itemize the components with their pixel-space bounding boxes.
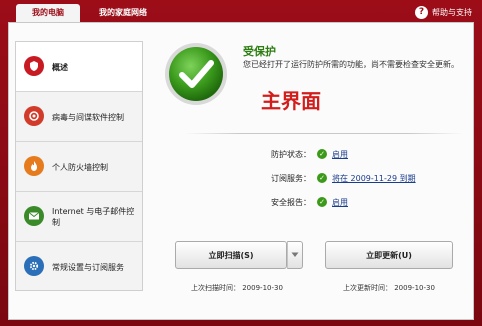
sidebar-item-label: 个人防火墙控制 <box>52 162 108 172</box>
sidebar-item-label: 概述 <box>52 62 68 72</box>
last-scan-time: 上次扫描时间： 2009-10-30 <box>191 284 283 292</box>
status-title: 受保护 <box>243 45 276 58</box>
app-window: 我的电脑 我的家庭网络 ? 帮助与支持 概述 病毒与间谍软件控制 个人防火墙控制… <box>0 0 482 326</box>
security-report-row: 安全报告： ✓ 启用 <box>259 195 348 209</box>
sidebar-item-label: 常规设置与订阅服务 <box>52 262 124 272</box>
info-label: 订阅服务： <box>271 173 311 183</box>
info-label: 防护状态： <box>271 149 311 159</box>
security-report-link[interactable]: 启用 <box>332 197 348 208</box>
sidebar: 概述 病毒与间谍软件控制 个人防火墙控制 Internet 与电子邮件控制 常规… <box>15 41 143 291</box>
protection-status-link[interactable]: 启用 <box>332 149 348 160</box>
check-icon: ✓ <box>317 149 327 159</box>
sidebar-item-overview[interactable]: 概述 <box>16 42 142 92</box>
sidebar-item-label: 病毒与间谍软件控制 <box>52 112 124 122</box>
main-panel: 概述 病毒与间谍软件控制 个人防火墙控制 Internet 与电子邮件控制 常规… <box>8 22 474 320</box>
scan-now-button[interactable]: 立即扫描(S) <box>175 241 287 269</box>
virus-scan-icon <box>24 106 44 126</box>
protection-status-row: 防护状态： ✓ 启用 <box>259 147 348 161</box>
help-label: 帮助与支持 <box>432 7 472 17</box>
top-tab-bar: 我的电脑 我的家庭网络 ? 帮助与支持 <box>0 0 482 22</box>
sidebar-item-firewall[interactable]: 个人防火墙控制 <box>16 142 142 192</box>
firewall-icon <box>24 156 44 176</box>
scan-options-dropdown[interactable] <box>287 241 303 269</box>
shield-icon <box>24 56 44 76</box>
sidebar-item-settings[interactable]: 常规设置与订阅服务 <box>16 242 142 292</box>
update-now-button[interactable]: 立即更新(U) <box>325 241 453 269</box>
check-icon: ✓ <box>317 173 327 183</box>
subscription-row: 订阅服务： ✓ 将在 2009-11-29 到期 <box>259 171 416 185</box>
sidebar-item-internet-email[interactable]: Internet 与电子邮件控制 <box>16 192 142 242</box>
info-label: 安全报告： <box>271 197 311 207</box>
tab-home-network[interactable]: 我的家庭网络 <box>84 4 162 22</box>
help-support-link[interactable]: ? 帮助与支持 <box>415 4 472 20</box>
tab-my-computer[interactable]: 我的电脑 <box>16 4 80 22</box>
email-icon <box>24 206 44 226</box>
last-update-time: 上次更新时间： 2009-10-30 <box>343 284 435 292</box>
gear-icon <box>24 256 44 276</box>
check-icon: ✓ <box>317 197 327 207</box>
question-icon: ? <box>415 5 428 19</box>
divider <box>185 133 463 134</box>
status-description: 您已经打开了运行防护所需的功能，尚不需要检查安全更新。 <box>243 60 459 69</box>
subscription-link[interactable]: 将在 2009-11-29 到期 <box>332 173 416 184</box>
main-screen-label: 主界面 <box>261 89 321 113</box>
chevron-down-icon <box>291 251 299 260</box>
sidebar-item-antivirus[interactable]: 病毒与间谍软件控制 <box>16 92 142 142</box>
protected-check-icon <box>165 43 227 105</box>
sidebar-item-label: Internet 与电子邮件控制 <box>52 207 135 227</box>
